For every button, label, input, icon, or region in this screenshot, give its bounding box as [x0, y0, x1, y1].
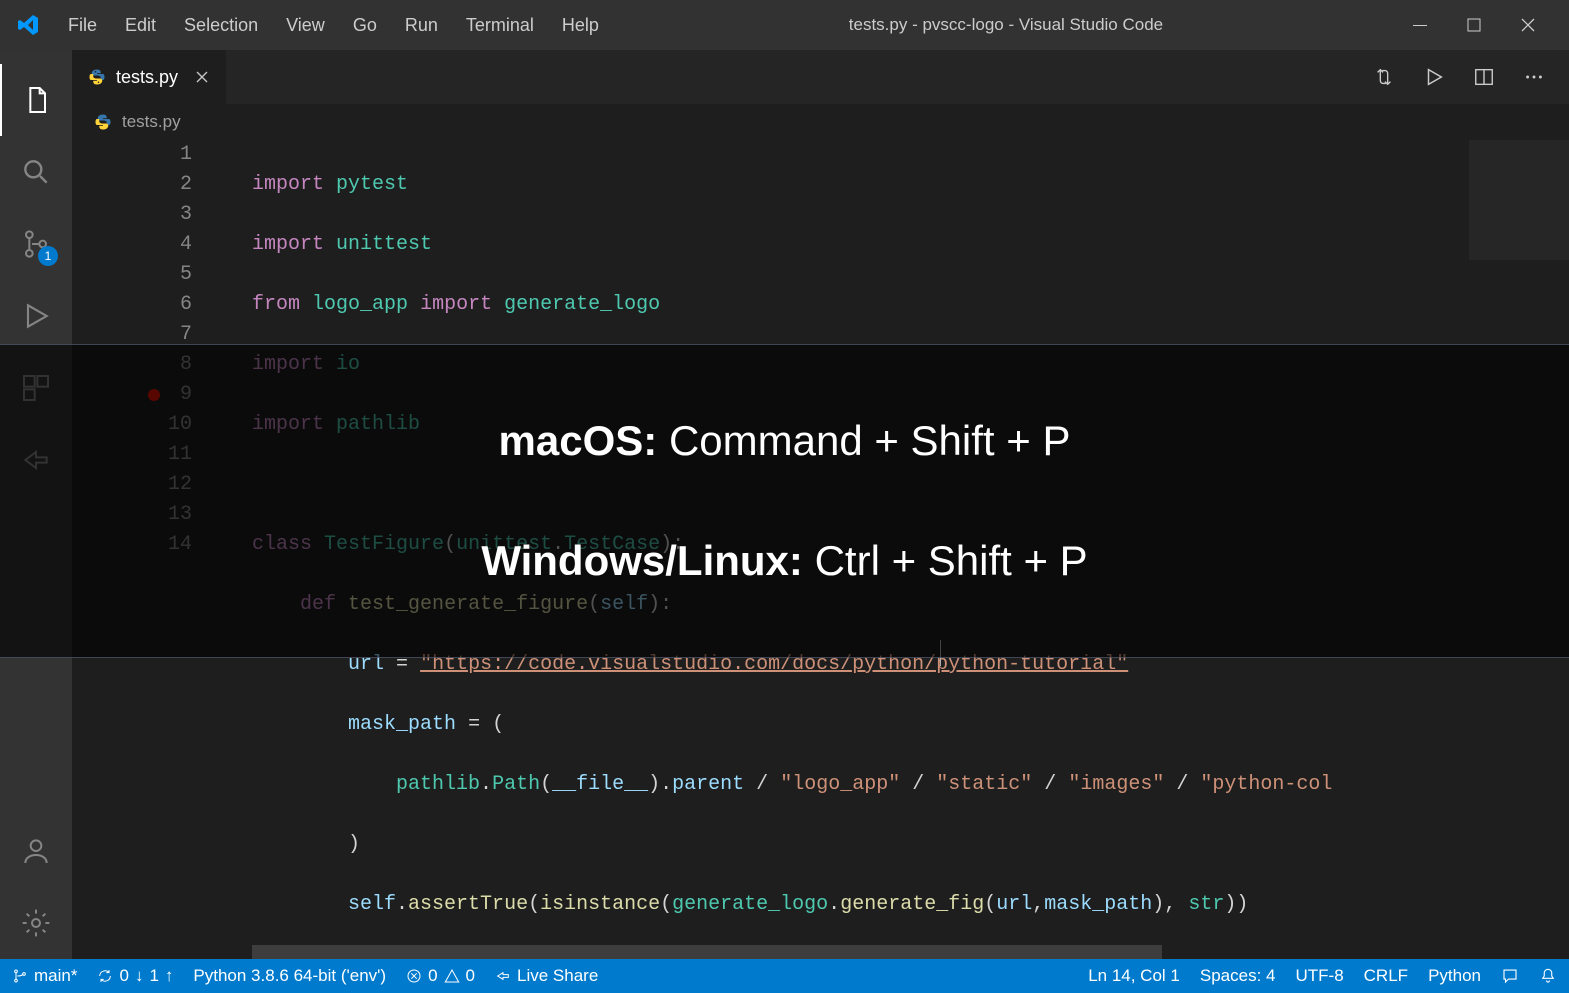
liveshare-icon[interactable]: [0, 424, 72, 496]
tab-tests-py[interactable]: tests.py: [72, 50, 226, 104]
menu-go[interactable]: Go: [339, 7, 391, 44]
status-bell-icon[interactable]: [1539, 967, 1557, 985]
settings-gear-icon[interactable]: [0, 887, 72, 959]
activity-bar: 1: [0, 50, 72, 959]
status-python[interactable]: Python 3.8.6 64-bit ('env'): [193, 966, 386, 986]
breadcrumb[interactable]: tests.py: [72, 104, 1569, 140]
extensions-icon[interactable]: [0, 352, 72, 424]
text-cursor: [940, 640, 941, 666]
source-control-icon[interactable]: 1: [0, 208, 72, 280]
tab-bar: tests.py: [72, 50, 1569, 104]
status-sync[interactable]: 0↓ 1↑: [97, 966, 173, 986]
title-bar: File Edit Selection View Go Run Terminal…: [0, 0, 1569, 50]
python-file-icon: [88, 68, 106, 86]
search-icon[interactable]: [0, 136, 72, 208]
split-editor-icon[interactable]: [1473, 66, 1495, 88]
minimize-button[interactable]: [1399, 18, 1441, 32]
status-problems[interactable]: 0 0: [406, 966, 475, 986]
menu-file[interactable]: File: [54, 7, 111, 44]
run-file-icon[interactable]: [1423, 66, 1445, 88]
menu-selection[interactable]: Selection: [170, 7, 272, 44]
python-file-icon: [94, 113, 112, 131]
compare-changes-icon[interactable]: [1373, 66, 1395, 88]
menu-view[interactable]: View: [272, 7, 339, 44]
status-encoding[interactable]: UTF-8: [1295, 966, 1343, 986]
menu-edit[interactable]: Edit: [111, 7, 170, 44]
status-branch[interactable]: main*: [12, 966, 77, 986]
maximize-button[interactable]: [1453, 18, 1495, 32]
status-indent[interactable]: Spaces: 4: [1200, 966, 1276, 986]
line-number-gutter: 1 2 3 4 5 6 7 8 9 10 11 12 13 14: [72, 140, 220, 560]
editor-area: tests.py: [72, 50, 1569, 959]
tab-label: tests.py: [116, 67, 178, 88]
status-cursor[interactable]: Ln 14, Col 1: [1088, 966, 1180, 986]
breadcrumb-file: tests.py: [122, 112, 181, 132]
status-language[interactable]: Python: [1428, 966, 1481, 986]
menu-bar: File Edit Selection View Go Run Terminal…: [54, 7, 613, 44]
scm-badge: 1: [38, 246, 58, 266]
status-eol[interactable]: CRLF: [1364, 966, 1408, 986]
minimap[interactable]: [1469, 140, 1569, 260]
run-debug-icon[interactable]: [0, 280, 72, 352]
close-button[interactable]: [1507, 18, 1549, 32]
horizontal-scrollbar[interactable]: [252, 945, 1162, 959]
menu-terminal[interactable]: Terminal: [452, 7, 548, 44]
status-bar: main* 0↓ 1↑ Python 3.8.6 64-bit ('env') …: [0, 959, 1569, 993]
window-title: tests.py - pvscc-logo - Visual Studio Co…: [613, 15, 1399, 35]
status-feedback-icon[interactable]: [1501, 967, 1519, 985]
code-content[interactable]: import pytest import unittest from logo_…: [252, 140, 1569, 959]
menu-help[interactable]: Help: [548, 7, 613, 44]
breakpoint-icon[interactable]: [148, 389, 160, 401]
accounts-icon[interactable]: [0, 815, 72, 887]
vscode-logo-icon: [16, 13, 40, 37]
status-liveshare[interactable]: Live Share: [495, 966, 598, 986]
more-actions-icon[interactable]: [1523, 66, 1545, 88]
tab-close-icon[interactable]: [194, 69, 210, 85]
code-editor[interactable]: 1 2 3 4 5 6 7 8 9 10 11 12 13 14 import …: [72, 140, 1569, 959]
editor-actions: [1373, 50, 1569, 104]
window-controls: [1399, 18, 1559, 32]
menu-run[interactable]: Run: [391, 7, 452, 44]
explorer-icon[interactable]: [0, 64, 72, 136]
